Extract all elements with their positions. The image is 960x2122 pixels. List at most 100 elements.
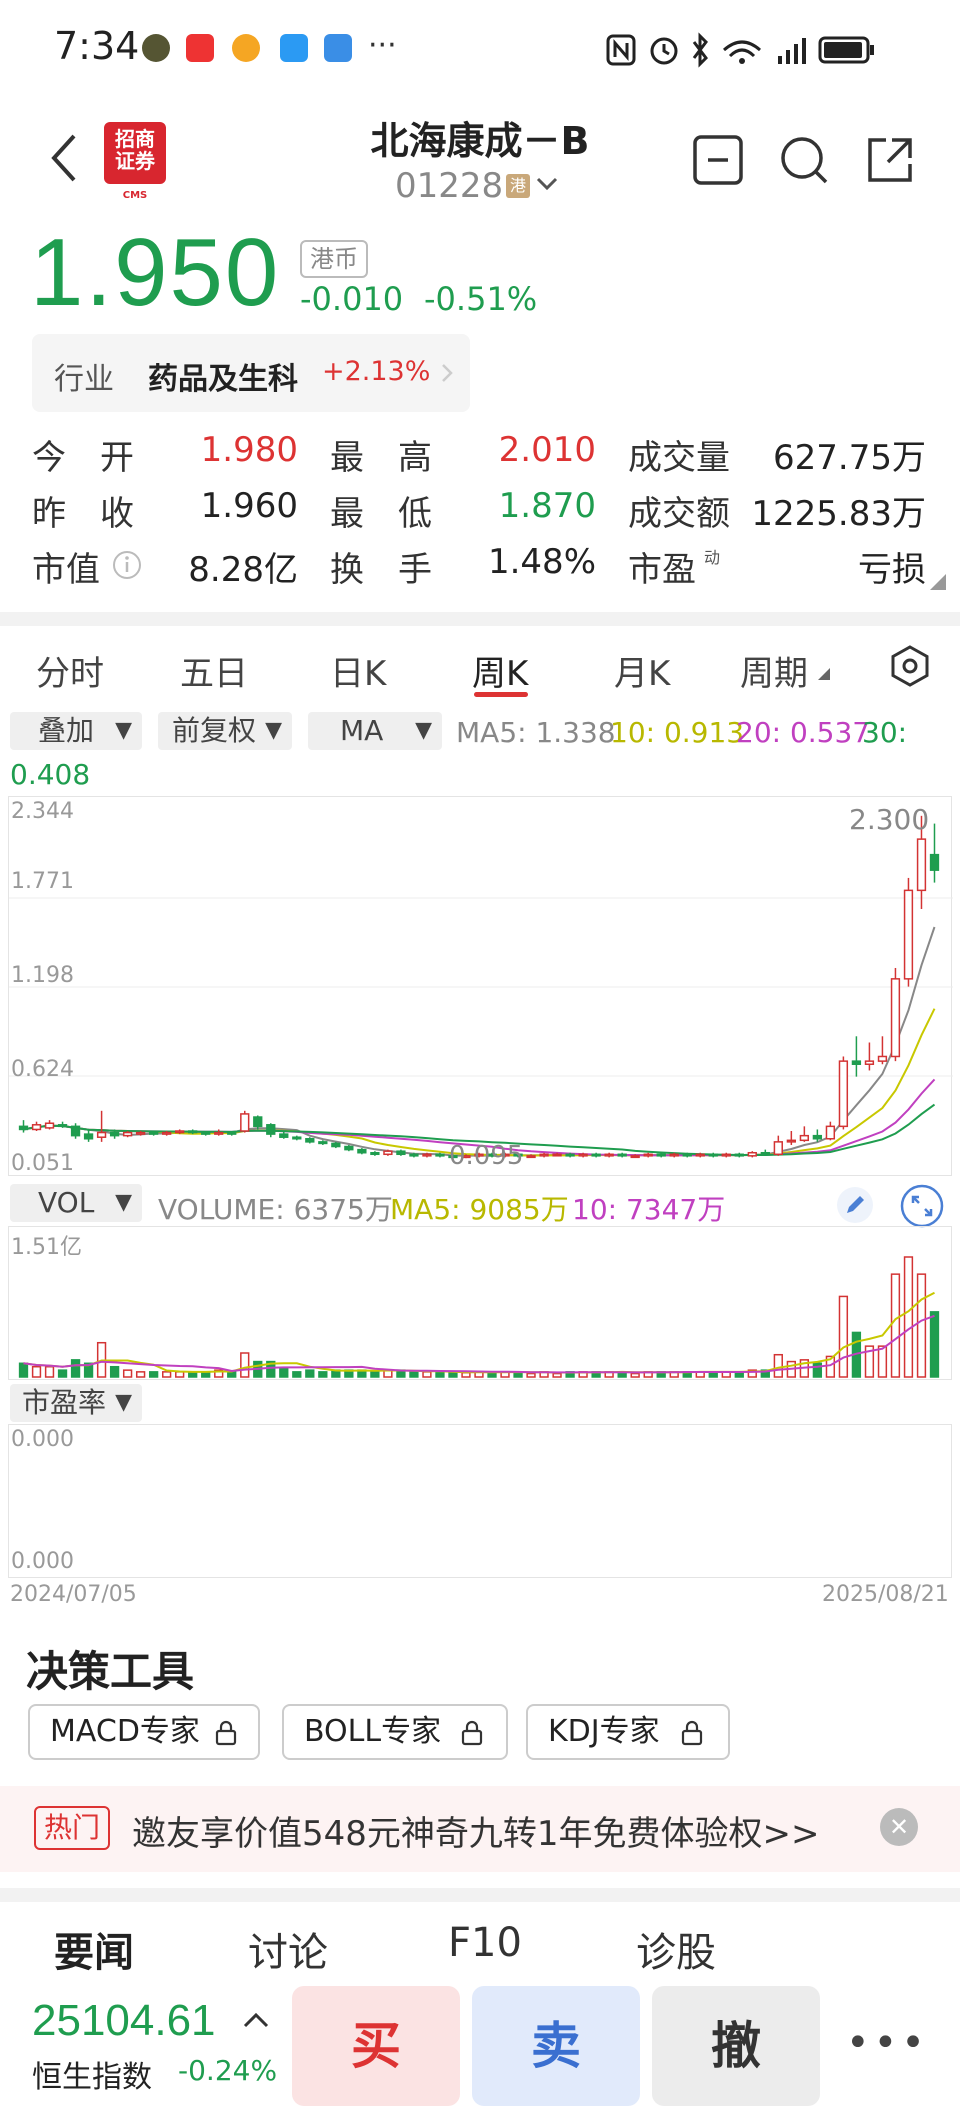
back-button[interactable]	[44, 128, 84, 188]
candle-body	[825, 1125, 836, 1140]
volume-bar	[18, 1362, 29, 1378]
candle-body	[292, 1136, 302, 1140]
volume-ma5-line	[23, 1291, 935, 1374]
volume-current: VOLUME: 6375万	[158, 1193, 393, 1226]
candle-body	[331, 1142, 341, 1148]
candle-body	[279, 1133, 289, 1138]
volume-bar	[812, 1362, 823, 1378]
index-pct: -0.24%	[178, 2054, 278, 2087]
tab-f10[interactable]: F10	[448, 1920, 522, 1966]
minus-square-icon[interactable]	[692, 134, 744, 186]
share-icon[interactable]	[864, 134, 916, 186]
market-badge: 港	[506, 174, 530, 198]
candle-body	[721, 1153, 731, 1157]
market-cap-value: 8.28亿	[188, 550, 298, 590]
settings-icon[interactable]	[888, 644, 932, 688]
volume-bar	[552, 1372, 562, 1378]
battery-icon	[818, 36, 874, 64]
sell-button[interactable]: 卖	[472, 1986, 640, 2106]
industry-name: 药品及生科	[148, 362, 298, 397]
y-label-top: 2.344	[11, 799, 74, 824]
more-menu-button[interactable]: •••	[846, 2020, 929, 2066]
volume-bar	[31, 1365, 42, 1378]
nfc-icon	[606, 34, 636, 66]
candle-body	[851, 1060, 862, 1065]
ma5-line	[23, 926, 936, 1157]
candle-body	[422, 1153, 432, 1157]
section-divider	[0, 612, 960, 626]
promo-text[interactable]: 邀友享价值548元神奇九转1年免费体验权>>	[132, 1806, 820, 1855]
volume-indicator-dropdown[interactable]: VOL ▼	[10, 1184, 142, 1222]
volume-bar	[916, 1273, 927, 1378]
pe-indicator-dropdown[interactable]: 市盈率 ▼	[10, 1384, 142, 1422]
candle-body	[812, 1134, 823, 1140]
lock-icon	[215, 1720, 237, 1746]
volume-chart[interactable]: 1.51亿	[8, 1226, 952, 1380]
low-label: 最 低	[330, 494, 432, 534]
candle-body	[344, 1145, 354, 1151]
candle-body	[70, 1125, 81, 1137]
candle-body	[799, 1134, 810, 1142]
volume-bar	[227, 1371, 237, 1378]
avatar-icon	[142, 34, 170, 62]
candle-body	[240, 1113, 250, 1132]
edit-pencil-icon[interactable]	[836, 1186, 874, 1224]
promo-banner[interactable]: 热门 邀友享价值548元神奇九转1年免费体验权>> ✕	[0, 1786, 960, 1872]
candle-body	[370, 1151, 380, 1156]
index-value[interactable]: 25104.61	[32, 1996, 216, 2046]
fullscreen-icon[interactable]	[900, 1184, 944, 1228]
candle-body	[929, 853, 940, 871]
tab-diagnosis[interactable]: 诊股	[636, 1920, 716, 1978]
adjust-dropdown[interactable]: 前复权 ▼	[158, 712, 292, 750]
chevron-down-icon[interactable]	[536, 176, 558, 192]
alarm-icon	[650, 37, 678, 65]
industry-chip[interactable]: 行业 药品及生科 +2.13%	[32, 334, 470, 412]
tab-period[interactable]: 周期	[740, 646, 808, 695]
ma30-label: 30:	[862, 716, 908, 749]
volume-bar	[448, 1371, 458, 1378]
volume-bar	[162, 1371, 172, 1378]
buy-button[interactable]: 买	[292, 1986, 460, 2106]
candle-body	[669, 1153, 679, 1157]
low-price-marker: 0.095	[449, 1141, 524, 1171]
info-icon[interactable]	[112, 550, 142, 580]
chevron-up-icon[interactable]	[242, 2010, 270, 2030]
tab-intraday[interactable]: 分时	[36, 646, 104, 695]
indicator-dropdown[interactable]: MA ▼	[308, 712, 442, 750]
stock-code[interactable]: 01228	[395, 166, 503, 206]
volume-bar	[929, 1311, 940, 1378]
candle-body	[838, 1060, 849, 1128]
candle-body	[57, 1124, 68, 1128]
search-icon[interactable]	[778, 134, 830, 186]
close-icon[interactable]: ✕	[880, 1808, 918, 1846]
cancel-order-button[interactable]: 撤	[652, 1986, 820, 2106]
tab-news[interactable]: 要闻	[54, 1920, 134, 1978]
open-label: 今 开	[32, 438, 134, 478]
bluetooth-icon	[692, 32, 708, 68]
overlay-dropdown[interactable]: 叠加 ▼	[10, 712, 142, 750]
signal-icon	[778, 38, 806, 64]
volume-bar	[57, 1369, 68, 1378]
ma5-value: MA5: 1.338	[456, 716, 616, 749]
candle-body	[435, 1153, 445, 1157]
chevron-right-icon	[442, 364, 453, 382]
ma30-value: 0.408	[10, 758, 91, 791]
pe-bottom-label: 0.000	[11, 1549, 74, 1574]
volume-max-label: 1.51亿	[11, 1235, 82, 1260]
kline-chart[interactable]: 2.344 1.771 1.198 0.624 0.051 2.300 0.09…	[8, 796, 953, 1176]
tab-weekly-k[interactable]: 周K	[472, 646, 528, 695]
candle-body	[864, 1060, 875, 1065]
volume-bar	[838, 1295, 849, 1378]
weibo-icon	[232, 34, 260, 62]
tab-five-day[interactable]: 五日	[180, 646, 248, 695]
candle-body	[44, 1122, 55, 1129]
volume-bar	[44, 1365, 55, 1378]
lock-icon	[461, 1720, 483, 1746]
pe-chart[interactable]: 0.000 0.000	[8, 1424, 952, 1578]
volume-bar	[773, 1353, 783, 1378]
tab-daily-k[interactable]: 日K	[330, 646, 386, 695]
tab-discussion[interactable]: 讨论	[248, 1920, 328, 1978]
expand-corner-icon[interactable]	[930, 574, 946, 590]
tab-monthly-k[interactable]: 月K	[614, 646, 670, 695]
candle-body	[526, 1155, 536, 1159]
